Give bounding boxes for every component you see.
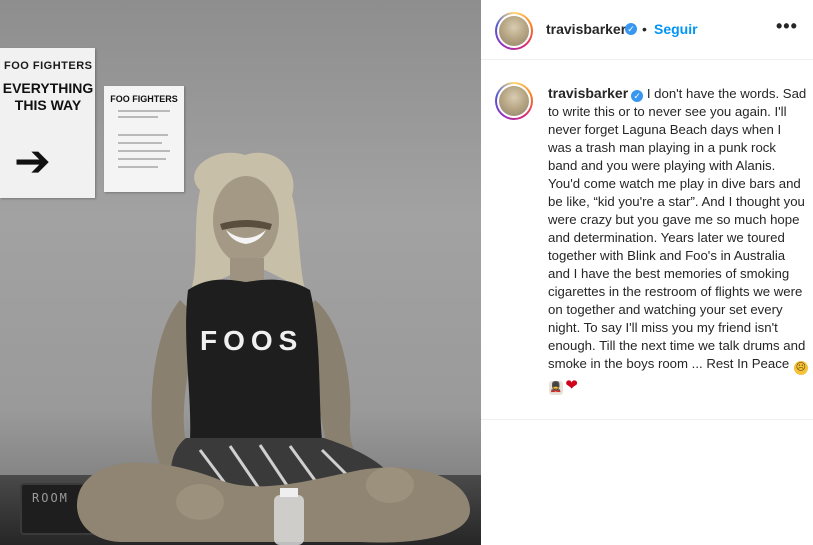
follow-button[interactable]: Seguir	[654, 21, 698, 37]
schedule-line	[118, 142, 162, 144]
verified-badge-icon: ✓	[631, 90, 644, 102]
arrow-right-icon: ➔	[14, 137, 51, 186]
caption-text: travisbarker ✓ I don't have the words. Sa…	[548, 84, 808, 395]
caption-body: I don't have the words. Sad to write thi…	[548, 86, 807, 371]
schedule-line	[118, 134, 168, 136]
sign-headline: EVERYTHING THIS WAY	[2, 80, 94, 113]
drummer-figure: FOOS	[76, 152, 471, 545]
verified-badge-icon: ✓	[625, 23, 637, 35]
heart-emoji-icon: ❤	[565, 377, 578, 394]
sign-band-name: FOO FIGHTERS	[4, 60, 93, 72]
post-photo[interactable]: FOO FIGHTERS EVERYTHING THIS WAY ➔ FOO F…	[0, 0, 481, 545]
caption-block: travisbarker ✓ I don't have the words. Sa…	[481, 60, 813, 420]
caption-username-link[interactable]: travisbarker	[548, 85, 628, 101]
post-sidebar: travisbarker ✓ • Seguir ••• travisbarker…	[481, 0, 813, 545]
schedule-line	[118, 116, 158, 118]
avatar[interactable]	[495, 12, 533, 50]
guard-emoji-icon: 💂	[549, 381, 563, 395]
schedule-sign-title: FOO FIGHTERS	[110, 94, 178, 104]
schedule-line	[118, 110, 170, 112]
shirt-text: FOOS	[200, 325, 303, 356]
caption-avatar[interactable]	[495, 82, 533, 120]
username-link[interactable]: travisbarker	[546, 21, 626, 37]
post-header: travisbarker ✓ • Seguir •••	[481, 0, 813, 60]
more-options-icon[interactable]: •••	[776, 16, 798, 37]
separator-dot: •	[642, 21, 647, 37]
sad-face-emoji-icon: ☹	[793, 361, 808, 375]
